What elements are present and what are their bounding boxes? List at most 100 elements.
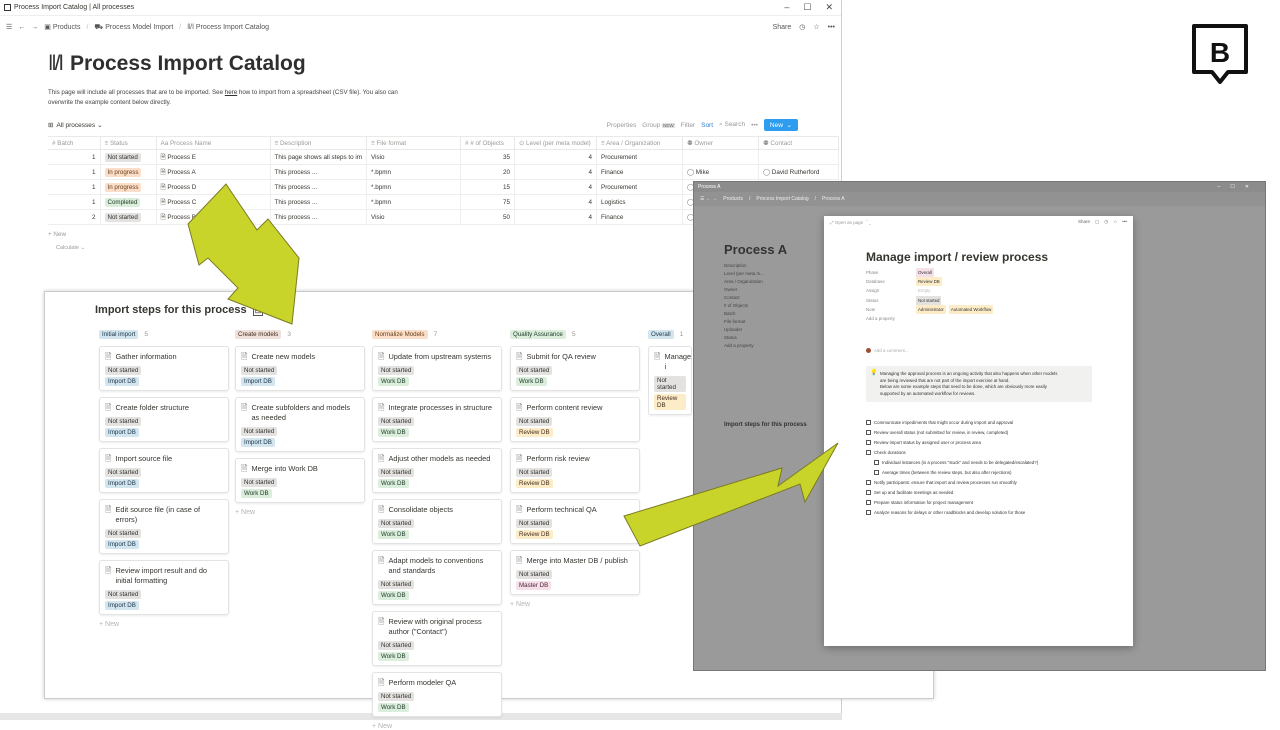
cell-level[interactable]: 4 [514,149,597,165]
cell-batch[interactable]: 1 [48,149,101,165]
board-card[interactable]: 🗎 Perform technical QA Not started Review D… [510,499,640,544]
col-level[interactable]: ⊙ Level (per meta model) [514,136,597,150]
group-button[interactable]: Group NEW [642,122,675,129]
table-row[interactable]: 1 Not started 🗎 Process E This page shows a… [48,149,839,165]
checkbox[interactable] [866,510,871,516]
checklist-item[interactable]: Review import status by assigned user or… [866,438,1038,448]
favorite-star-icon[interactable]: ☆ [813,23,819,31]
cell-batch[interactable]: 1 [48,179,101,195]
col-objects[interactable]: # # of Objects [460,136,515,150]
cell-description[interactable]: This process ... [270,209,367,225]
checkbox[interactable] [866,440,871,446]
cell-objects[interactable]: 35 [460,149,515,165]
properties-button[interactable]: Properties [607,122,637,129]
cell-file-format[interactable]: Visio [366,209,461,225]
table-add-new[interactable]: + New [48,231,66,238]
cell-description[interactable]: This process ... [270,179,367,195]
modal-history-icon[interactable]: ◷ [1104,219,1108,225]
cell-objects[interactable]: 75 [460,194,515,210]
cell-process-name[interactable]: 🗎 Process A [156,164,271,180]
cell-contact[interactable] [758,149,839,165]
cell-file-format[interactable]: *.bpmn [366,194,461,210]
column-add-new[interactable]: + New [510,601,640,608]
checklist-item[interactable]: Communicate impediments that might occur… [866,418,1038,428]
forward-arrow-icon[interactable]: → [31,24,38,31]
modal-property-row[interactable]: Status Not started [866,295,993,305]
add-comment-field[interactable]: Add a comment... [866,348,908,354]
board-card[interactable]: 🗎 Perform modeler QA Not started Work DB [372,672,502,717]
cell-batch[interactable]: 2 [48,209,101,225]
col-contact[interactable]: ⚉ Contact [758,136,839,150]
cell-description[interactable]: This process ... [270,194,367,210]
modal-property-row[interactable]: Assign Empty [866,286,993,295]
new-record-button[interactable]: New ⌄ [763,119,798,131]
board-card[interactable]: 🗎 Review import result and do initial for… [99,560,229,615]
cell-objects[interactable]: 20 [460,164,515,180]
sidebar-toggle-icon[interactable]: ☰ [6,23,12,31]
column-add-new[interactable]: + New [372,723,502,730]
board-card[interactable]: 🗎 Create folder structure Not started Impor… [99,397,229,442]
cell-status[interactable]: Completed [100,194,157,210]
column-header[interactable]: Quality Assurance 5 [510,328,640,340]
board-card[interactable]: 🗎 Perform content review Not started Review… [510,397,640,442]
cell-level[interactable]: 4 [514,164,597,180]
checkbox[interactable] [874,470,879,476]
board-card[interactable]: 🗎 Import source file Not started Import DB [99,448,229,493]
cell-description[interactable]: This process ... [270,164,367,180]
modal-star-icon[interactable]: ☆ [1113,219,1117,225]
open-as-page-button[interactable]: ⤢ Open as page ⌃ ⌄ [830,220,871,225]
board-card[interactable]: 🗎 Adapt models to conventions and standar… [372,550,502,605]
col-status[interactable]: ≡ Status [100,136,157,150]
cell-objects[interactable]: 50 [460,209,515,225]
cell-batch[interactable]: 1 [48,194,101,210]
cell-description[interactable]: This page shows all steps to im [270,149,367,165]
cell-status[interactable]: Not started [100,149,157,165]
cell-file-format[interactable]: *.bpmn [366,179,461,195]
cell-file-format[interactable]: Visio [366,149,461,165]
checklist-item[interactable]: Review overall status (not submitted for… [866,428,1038,438]
board-card[interactable]: 🗎 Merge into Master DB / publish Not start… [510,550,640,595]
cell-owner[interactable] [682,149,759,165]
cell-area[interactable]: Finance [596,164,683,180]
modal-property-row[interactable]: Add a property [866,314,993,323]
column-header[interactable]: Normalize Models 7 [372,328,502,340]
column-header[interactable]: Initial import 5 [99,328,229,340]
checklist-item[interactable]: Analyze reasons for delays or other road… [866,508,1038,518]
cell-status[interactable]: Not started [100,209,157,225]
checkbox[interactable] [866,480,871,486]
modal-comment-icon[interactable]: ▢ [1095,219,1099,225]
checkbox[interactable] [866,420,871,426]
modal-more-button[interactable]: ••• [1122,219,1127,225]
cell-area[interactable]: Procurement [596,179,683,195]
checkbox[interactable] [874,460,879,466]
filter-button[interactable]: Filter [681,122,695,129]
board-card[interactable]: 🗎 Manage i Not started Review DB [648,346,692,415]
table-calculate[interactable]: Calculate ⌄ [56,245,85,251]
checklist-item[interactable]: Check durations [866,448,1038,458]
cell-owner[interactable]: ◯ Mike [682,164,759,180]
col-file-format[interactable]: ≡ File format [366,136,461,150]
breadcrumb-model-import[interactable]: ⛟ Process Model Import [94,23,173,32]
cell-batch[interactable]: 1 [48,164,101,180]
cell-area[interactable]: Finance [596,209,683,225]
cell-area[interactable]: Procurement [596,149,683,165]
checklist-item[interactable]: Prepare status information for project m… [866,498,1038,508]
maximize-button[interactable]: ☐ [803,2,811,13]
cell-level[interactable]: 4 [514,179,597,195]
sort-button[interactable]: Sort [701,122,713,129]
board-card[interactable]: 🗎 Update from upstream systems Not started… [372,346,502,391]
back-arrow-icon[interactable]: ← [18,24,25,31]
cell-objects[interactable]: 15 [460,179,515,195]
modal-property-row[interactable]: Note Administrator Automated Workflow [866,304,994,315]
col-process-name[interactable]: Aa Process Name [156,136,271,150]
checklist-item[interactable]: Average times (between the review steps,… [866,468,1038,478]
cell-level[interactable]: 4 [514,194,597,210]
cell-file-format[interactable]: *.bpmn [366,164,461,180]
column-add-new[interactable]: + New [99,621,229,628]
board-card[interactable]: 🗎 Consolidate objects Not started Work DB [372,499,502,544]
col-area[interactable]: ≡ Area / Organization [596,136,683,150]
more-options-button[interactable]: ••• [828,24,835,31]
breadcrumb-products[interactable]: ▣ Products [44,23,80,31]
modal-property-row[interactable]: Database Review DB [866,277,993,287]
checklist-item[interactable]: Set up and facilitate meetings as needed [866,488,1038,498]
